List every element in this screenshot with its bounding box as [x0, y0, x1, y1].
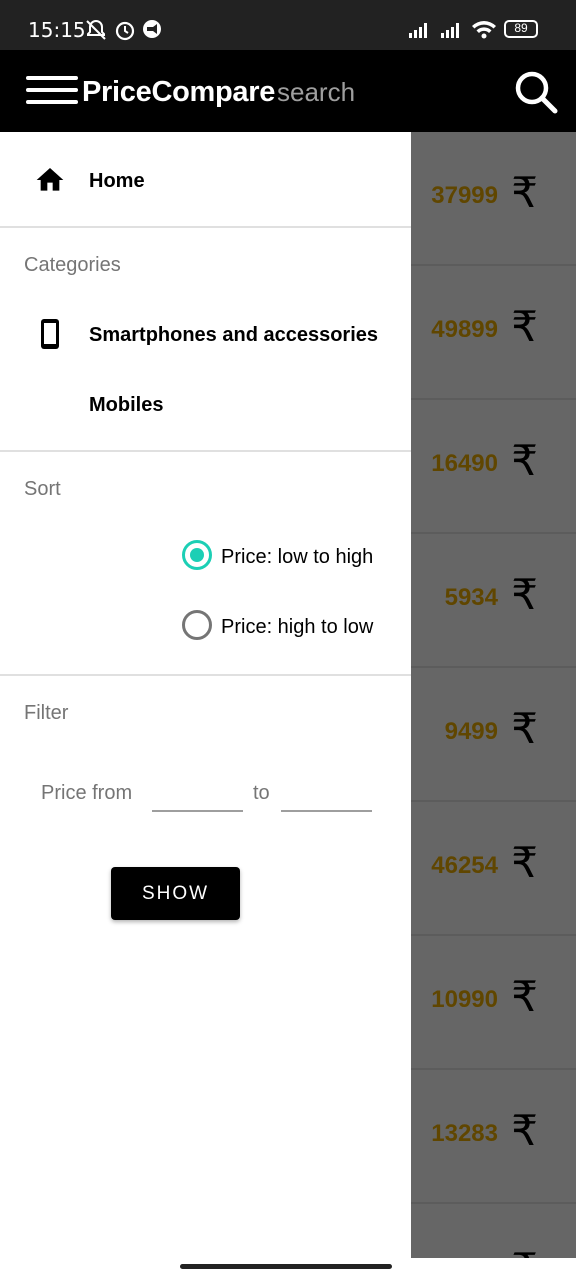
price-from-label: Price from: [41, 782, 133, 804]
radio-label: Price: low to high: [221, 546, 374, 568]
battery-level: 89: [514, 21, 528, 35]
app-bar: PriceCompare search: [0, 50, 576, 132]
battery-icon: 89: [504, 20, 538, 38]
smartphone-icon: [41, 319, 59, 349]
search-icon[interactable]: [512, 68, 560, 116]
price-from-input[interactable]: [152, 780, 243, 812]
price-to-label: to: [253, 782, 270, 804]
search-input[interactable]: search: [277, 77, 355, 108]
price-to-input[interactable]: [281, 780, 372, 812]
sort-option-high-to-low[interactable]: Price: high to low: [180, 606, 400, 646]
drawer-item-label: Smartphones and accessories: [89, 324, 379, 346]
radio-selected-icon: [182, 540, 212, 570]
show-button[interactable]: SHOW: [111, 867, 240, 920]
filter-title: Filter: [24, 702, 69, 724]
drawer-item-smartphones[interactable]: Smartphones and accessories: [0, 300, 411, 368]
drawer-item-label: Home: [89, 170, 145, 192]
app-title: PriceCompare: [82, 76, 276, 108]
signal-2-icon: [441, 23, 459, 38]
divider: [0, 226, 411, 228]
drawer-item-home[interactable]: Home: [0, 146, 411, 214]
categories-title: Categories: [24, 254, 121, 276]
menu-button[interactable]: [26, 72, 78, 108]
drawer-item-mobiles[interactable]: Mobiles: [0, 370, 411, 438]
status-bar: 15:15 89: [0, 0, 576, 50]
radio-label: Price: high to low: [221, 616, 374, 638]
sort-option-low-to-high[interactable]: Price: low to high: [180, 536, 400, 576]
divider: [0, 450, 411, 452]
notifications-off-icon: [86, 19, 106, 40]
radio-unselected-icon: [182, 610, 212, 640]
wifi-icon: [472, 21, 496, 39]
navigation-bar: [0, 1258, 576, 1280]
drawer-item-label: Mobiles: [89, 394, 164, 416]
status-time: 15:15: [28, 18, 86, 42]
app-notification-icon: [143, 20, 161, 38]
menu-icon: [26, 76, 78, 80]
signal-1-icon: [409, 23, 427, 38]
navigation-drawer: Home Categories Smartphones and accessor…: [0, 132, 411, 1258]
alarm-icon: [115, 21, 135, 41]
home-icon: [36, 168, 64, 191]
sort-title: Sort: [24, 478, 61, 500]
divider: [0, 674, 411, 676]
home-gesture-handle[interactable]: [180, 1264, 392, 1269]
